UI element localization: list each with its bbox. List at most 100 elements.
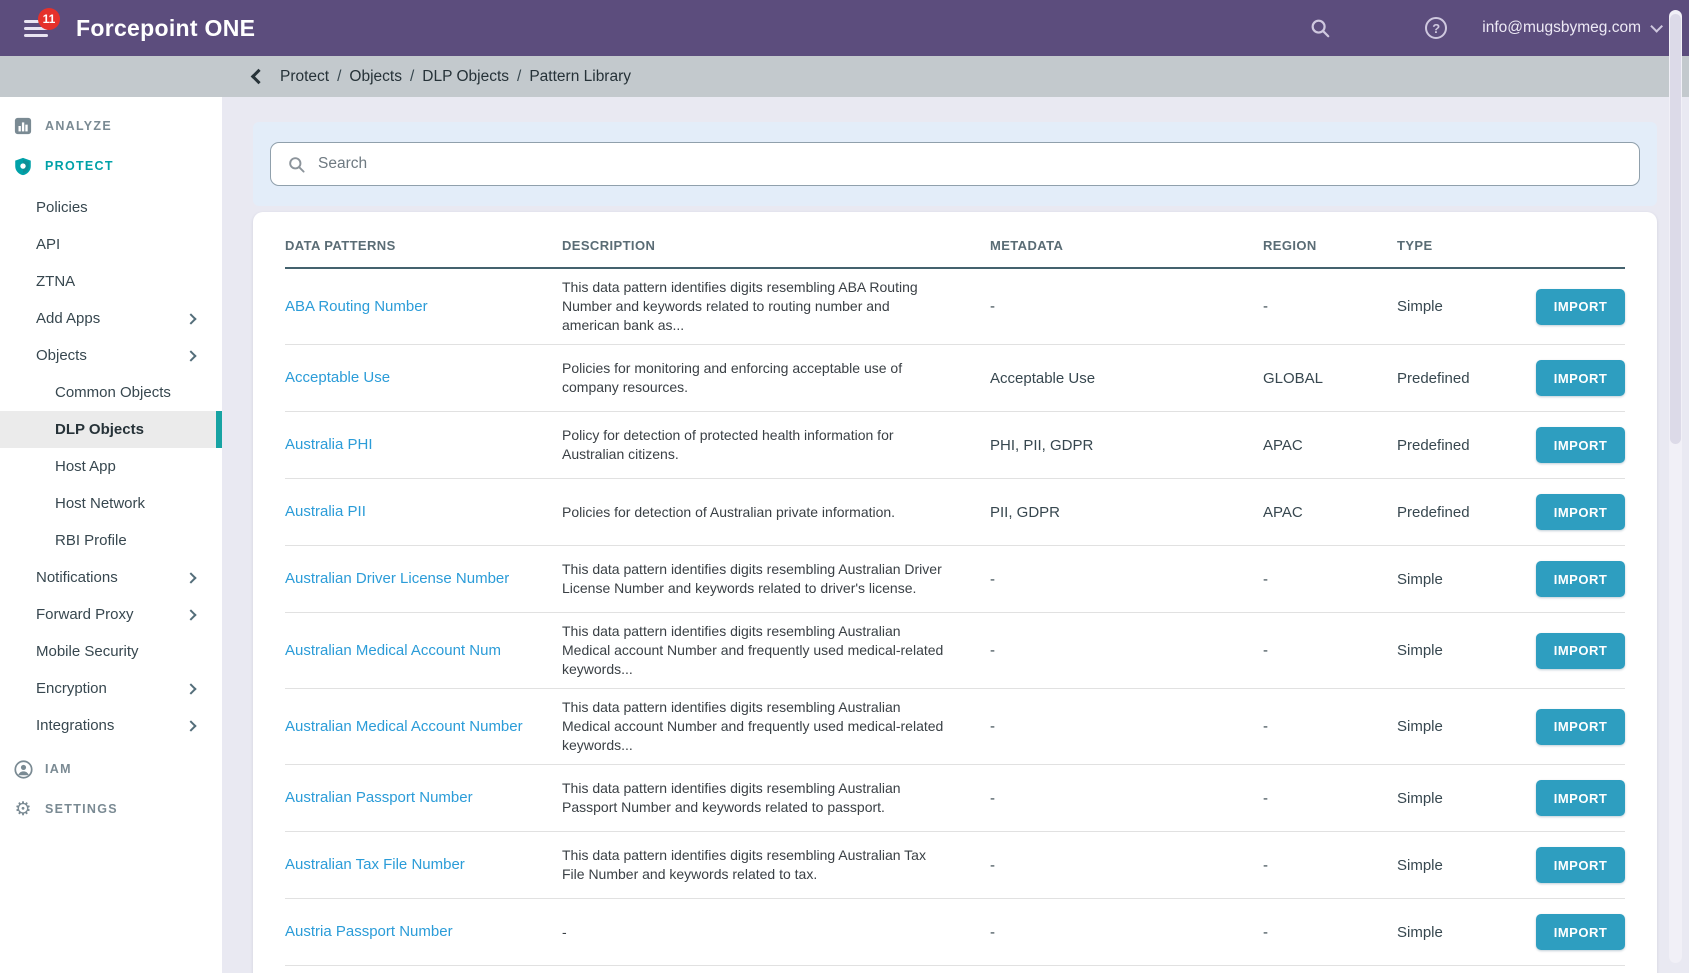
- pattern-link[interactable]: Australia PHI: [285, 436, 373, 453]
- pattern-description: This data pattern identifies digits rese…: [562, 779, 990, 817]
- chevron-right-icon: [185, 313, 196, 324]
- import-button[interactable]: IMPORT: [1536, 780, 1625, 816]
- pattern-region: -: [1263, 298, 1397, 315]
- breadcrumb-segment[interactable]: DLP Objects: [422, 68, 509, 86]
- pattern-region: APAC: [1263, 504, 1397, 521]
- pattern-link[interactable]: Australian Driver License Number: [285, 570, 509, 587]
- hamburger-menu-button[interactable]: 11: [24, 15, 54, 41]
- breadcrumb-trail: Protect/Objects/DLP Objects/Pattern Libr…: [280, 68, 631, 86]
- sidebar-item-host-network[interactable]: Host Network: [0, 485, 222, 522]
- sidebar-item-dlp-objects[interactable]: DLP Objects: [0, 411, 222, 448]
- pattern-link[interactable]: Austria Passport Number: [285, 923, 453, 940]
- import-button[interactable]: IMPORT: [1536, 360, 1625, 396]
- sidebar-item-integrations[interactable]: Integrations: [0, 707, 222, 744]
- pattern-metadata: Acceptable Use: [990, 370, 1263, 387]
- breadcrumb-segment[interactable]: Pattern Library: [529, 68, 631, 86]
- sidebar-item-label: Forward Proxy: [36, 606, 134, 623]
- column-header-region: REGION: [1263, 238, 1397, 253]
- pattern-region: -: [1263, 857, 1397, 874]
- pattern-region: -: [1263, 571, 1397, 588]
- top-bar: 11 Forcepoint ONE ? info@mugsbymeg.com: [0, 0, 1689, 56]
- pattern-link[interactable]: Australian Medical Account Number: [285, 718, 523, 735]
- table-row: Acceptable Use Policies for monitoring a…: [285, 345, 1625, 412]
- pattern-metadata: PII, GDPR: [990, 504, 1263, 521]
- pattern-description: This data pattern identifies digits rese…: [562, 698, 990, 755]
- pattern-description: Policies for detection of Australian pri…: [562, 503, 990, 522]
- user-email: info@mugsbymeg.com: [1482, 19, 1641, 37]
- import-button[interactable]: IMPORT: [1536, 847, 1625, 883]
- column-header-description: DESCRIPTION: [562, 238, 990, 253]
- sidebar-item-label: Common Objects: [55, 384, 171, 401]
- pattern-link[interactable]: Australian Medical Account Num: [285, 642, 501, 659]
- pattern-type: Simple: [1397, 790, 1535, 807]
- import-button[interactable]: IMPORT: [1536, 633, 1625, 669]
- search-input-icon: [287, 155, 306, 174]
- notification-badge[interactable]: 11: [38, 8, 60, 30]
- sidebar-item-notifications[interactable]: Notifications: [0, 559, 222, 596]
- import-button[interactable]: IMPORT: [1536, 494, 1625, 530]
- chevron-right-icon: [185, 572, 196, 583]
- import-button[interactable]: IMPORT: [1536, 289, 1625, 325]
- pattern-region: -: [1263, 924, 1397, 941]
- search-panel: [253, 122, 1657, 206]
- sidebar-item-ztna[interactable]: ZTNA: [0, 263, 222, 300]
- table-row: Australian Medical Account Num This data…: [285, 613, 1625, 689]
- search-input[interactable]: [318, 155, 1623, 173]
- pattern-description: -: [562, 923, 990, 942]
- import-button[interactable]: IMPORT: [1536, 427, 1625, 463]
- sidebar-item-policies[interactable]: Policies: [0, 189, 222, 226]
- table-row: Australian Passport Number This data pat…: [285, 765, 1625, 832]
- back-arrow-icon[interactable]: [251, 69, 267, 85]
- sidebar-item-label: RBI Profile: [55, 532, 127, 549]
- search-box[interactable]: [270, 142, 1640, 186]
- sidebar-item-protect[interactable]: PROTECT: [0, 151, 222, 181]
- pattern-description: Policies for monitoring and enforcing ac…: [562, 359, 990, 397]
- sidebar-item-common-objects[interactable]: Common Objects: [0, 374, 222, 411]
- pattern-link[interactable]: ABA Routing Number: [285, 298, 428, 315]
- sidebar-item-label: Host Network: [55, 495, 145, 512]
- sidebar-item-label: PROTECT: [45, 159, 114, 173]
- sidebar-item-forward-proxy[interactable]: Forward Proxy: [0, 596, 222, 633]
- pattern-type: Simple: [1397, 571, 1535, 588]
- sidebar-item-label: Objects: [36, 347, 87, 364]
- sidebar-item-objects[interactable]: Objects: [0, 337, 222, 374]
- sidebar-item-rbi-profile[interactable]: RBI Profile: [0, 522, 222, 559]
- brand-logo: Forcepoint ONE: [76, 15, 255, 42]
- page-scrollbar-thumb[interactable]: [1670, 14, 1681, 444]
- iam-icon: [13, 759, 33, 779]
- table-row: Australian Driver License Number This da…: [285, 546, 1625, 613]
- sidebar-item-label: ZTNA: [36, 273, 75, 290]
- sidebar-item-mobile-security[interactable]: Mobile Security: [0, 633, 222, 670]
- column-header-metadata: METADATA: [990, 238, 1263, 253]
- table-header-row: DATA PATTERNS DESCRIPTION METADATA REGIO…: [285, 212, 1625, 269]
- pattern-link[interactable]: Australia PII: [285, 503, 366, 520]
- breadcrumb-separator: /: [337, 68, 341, 86]
- breadcrumb-segment[interactable]: Objects: [349, 68, 402, 86]
- pattern-link[interactable]: Australian Tax File Number: [285, 856, 465, 873]
- search-icon[interactable]: [1308, 16, 1332, 40]
- pattern-region: GLOBAL: [1263, 370, 1397, 387]
- sidebar-item-settings[interactable]: ⚙SETTINGS: [0, 794, 222, 824]
- help-icon[interactable]: ?: [1424, 16, 1448, 40]
- breadcrumb-segment[interactable]: Protect: [280, 68, 329, 86]
- sidebar-item-api[interactable]: API: [0, 226, 222, 263]
- pattern-link[interactable]: Acceptable Use: [285, 369, 390, 386]
- import-button[interactable]: IMPORT: [1536, 561, 1625, 597]
- account-menu[interactable]: info@mugsbymeg.com: [1482, 19, 1659, 37]
- pattern-metadata: -: [990, 298, 1263, 315]
- sidebar-item-label: API: [36, 236, 60, 253]
- import-button[interactable]: IMPORT: [1536, 709, 1625, 745]
- import-button[interactable]: IMPORT: [1536, 914, 1625, 950]
- sidebar-item-add-apps[interactable]: Add Apps: [0, 300, 222, 337]
- sidebar-item-iam[interactable]: IAM: [0, 754, 222, 784]
- pattern-region: APAC: [1263, 437, 1397, 454]
- sidebar-item-host-app[interactable]: Host App: [0, 448, 222, 485]
- sidebar-item-label: Integrations: [36, 717, 114, 734]
- sidebar-item-encryption[interactable]: Encryption: [0, 670, 222, 707]
- pattern-description: This data pattern identifies digits rese…: [562, 560, 990, 598]
- sidebar-item-analyze[interactable]: ANALYZE: [0, 111, 222, 141]
- pattern-type: Predefined: [1397, 437, 1535, 454]
- pattern-type: Simple: [1397, 298, 1535, 315]
- pattern-link[interactable]: Australian Passport Number: [285, 789, 473, 806]
- app-grid-icon[interactable]: [1366, 16, 1390, 40]
